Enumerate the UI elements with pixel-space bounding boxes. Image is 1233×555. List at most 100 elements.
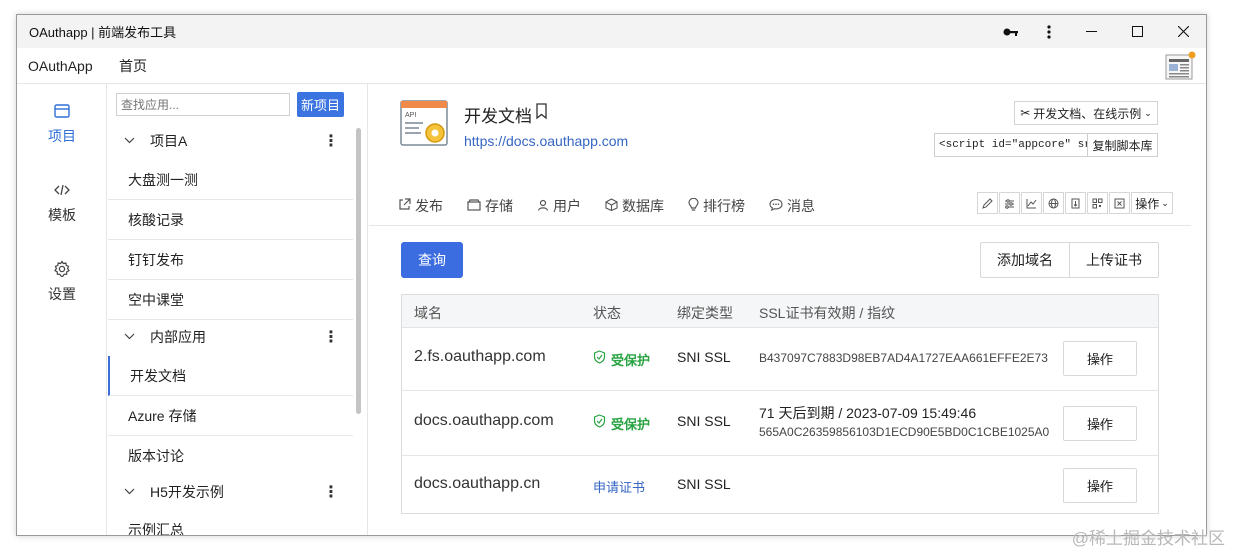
chevron-down-icon[interactable] [124, 135, 138, 147]
tab-label: 消息 [787, 198, 815, 214]
list-item[interactable]: Azure 存储 [108, 396, 353, 436]
tools-icon: ✂ [1020, 106, 1031, 120]
shield-check-icon [593, 414, 606, 431]
domain-cell: 2.fs.oauthapp.com [414, 348, 546, 365]
left-rail: 项目 模板 设置 [17, 84, 107, 535]
more-vertical-icon[interactable] [1030, 15, 1068, 48]
rail-label-projects: 项目 [48, 128, 76, 144]
group-label: 项目A [150, 133, 188, 149]
bookmark-icon[interactable] [535, 103, 548, 120]
tab-leaderboard[interactable]: 排行榜 [688, 196, 745, 216]
more-vertical-icon[interactable]: ⋮ [323, 131, 339, 151]
table-header: 域名 状态 绑定类型 SSL证书有效期 / 指纹 [402, 295, 1158, 328]
docs-button-label: 开发文档、在线示例 [1033, 106, 1142, 121]
maximize-button[interactable] [1114, 15, 1160, 48]
scrollbar-thumb[interactable] [356, 128, 361, 414]
divider [369, 225, 1191, 226]
globe-icon[interactable] [1043, 192, 1064, 214]
main-panel: API 开发文档 https://docs.oauthapp.com ✂ 开发文… [369, 84, 1206, 535]
chevron-down-icon[interactable] [124, 331, 138, 343]
domain-actions: 添加域名 上传证书 [980, 242, 1159, 278]
user-icon [537, 199, 549, 214]
rail-label-settings: 设置 [48, 286, 76, 302]
script-tag-field[interactable]: <script id="appcore" src="h [934, 133, 1088, 157]
request-cert-link[interactable]: 申请证书 [593, 477, 645, 496]
domain-cell: docs.oauthapp.com [414, 412, 554, 429]
header-type: 绑定类型 [677, 305, 733, 321]
rail-item-settings[interactable]: 设置 [17, 260, 107, 304]
upload-cert-button[interactable]: 上传证书 [1070, 243, 1158, 277]
app-url-link[interactable]: https://docs.oauthapp.com [464, 133, 628, 149]
tab-label: 存储 [485, 198, 513, 214]
chevron-down-icon: ⌄ [1161, 197, 1169, 208]
type-cell: SNI SSL [677, 413, 731, 429]
search-input[interactable] [116, 93, 290, 116]
lightbulb-icon [688, 197, 699, 215]
fingerprint-cell: 565A0C26359856103D1ECD90E5BD0C1CBE1025A0 [759, 425, 1050, 439]
new-project-button[interactable]: 新项目 [297, 92, 344, 117]
rail-item-projects[interactable]: 项目 [17, 102, 107, 146]
tab-messages[interactable]: 消息 [769, 196, 815, 216]
pencil-icon[interactable] [977, 192, 998, 214]
tab-publish[interactable]: 发布 [398, 196, 443, 216]
tab-users[interactable]: 用户 [537, 196, 581, 216]
sliders-icon[interactable] [999, 192, 1020, 214]
header-status: 状态 [593, 305, 621, 321]
watermark: @稀土掘金技术社区 [1071, 529, 1225, 548]
box-icon[interactable] [1109, 192, 1130, 214]
tab-storage[interactable]: 存储 [467, 196, 513, 216]
more-vertical-icon[interactable]: ⋮ [323, 482, 339, 502]
group-row[interactable]: H5开发示例 ⋮ [108, 472, 353, 512]
tab-label: 数据库 [622, 198, 664, 214]
more-vertical-icon[interactable]: ⋮ [323, 327, 339, 347]
download-icon[interactable] [1065, 192, 1086, 214]
close-button[interactable] [1160, 15, 1206, 48]
operations-label: 操作 [1135, 196, 1160, 211]
minimize-button[interactable] [1068, 15, 1114, 48]
row-operations-button[interactable]: 操作 ⌄ [1063, 406, 1137, 441]
operations-dropdown[interactable]: 操作 ⌄ [1131, 192, 1173, 214]
add-domain-button[interactable]: 添加域名 [981, 243, 1070, 277]
brand-label[interactable]: OAuthApp [17, 58, 119, 74]
qrcode-icon[interactable] [1087, 192, 1108, 214]
key-icon[interactable] [992, 15, 1030, 48]
row-operations-button[interactable]: 操作 ⌄ [1063, 341, 1137, 376]
rail-label-templates: 模板 [48, 207, 76, 223]
row-operations-button[interactable]: 操作 ⌄ [1063, 468, 1137, 503]
list-item[interactable]: 空中课堂 [108, 280, 353, 320]
table-row: docs.oauthapp.cn 申请证书 SNI SSL 操作 ⌄ [402, 456, 1158, 514]
domain-table: 域名 状态 绑定类型 SSL证书有效期 / 指纹 2.fs.oauthapp.c… [401, 294, 1159, 514]
tab-label: 排行榜 [703, 198, 745, 214]
rail-item-templates[interactable]: 模板 [17, 181, 107, 225]
tab-label: 发布 [415, 198, 443, 214]
tab-database[interactable]: 数据库 [605, 196, 664, 216]
group-row[interactable]: 项目A ⋮ [108, 121, 353, 161]
newspaper-icon[interactable] [1164, 51, 1196, 81]
chevron-down-icon: ⌄ [1097, 353, 1106, 363]
chevron-down-icon[interactable] [124, 486, 138, 498]
chevron-down-icon: ⌄ [1144, 107, 1152, 118]
list-item[interactable]: 核酸记录 [108, 200, 353, 240]
list-item[interactable]: 钉钉发布 [108, 240, 353, 280]
project-list: 新项目 项目A ⋮ 大盘测一测 核酸记录 钉钉发布 空中课堂 内部应用 ⋮ 开发… [108, 84, 368, 535]
tab-bar: 发布 存储 用户 数据库 排行榜 消息 [398, 196, 839, 216]
home-link[interactable]: 首页 [119, 56, 147, 76]
type-cell: SNI SSL [677, 349, 731, 365]
query-button[interactable]: 查询 [401, 242, 463, 278]
window-title: OAuthapp | 前端发布工具 [29, 25, 177, 40]
chevron-down-icon: ⌄ [1097, 480, 1106, 490]
chat-bubble-icon [769, 198, 783, 214]
list-item[interactable]: 大盘测一测 [108, 160, 353, 200]
list-item-active[interactable]: 开发文档 [108, 356, 353, 396]
table-row: docs.oauthapp.com 受保护 SNI SSL 71 天后到期 / … [402, 391, 1158, 456]
copy-script-button[interactable]: 复制脚本库 [1088, 133, 1158, 157]
group-label: H5开发示例 [150, 484, 224, 500]
list-item[interactable]: 示例汇总 [108, 510, 353, 535]
group-row[interactable]: 内部应用 ⋮ [108, 317, 353, 357]
cube-icon [605, 198, 618, 214]
type-cell: SNI SSL [677, 476, 731, 492]
docs-dropdown-button[interactable]: ✂ 开发文档、在线示例 ⌄ [1014, 101, 1158, 125]
app-window: OAuthapp | 前端发布工具 OAuthApp 首页 项目 模板 设置 查… [16, 14, 1207, 536]
list-item[interactable]: 版本讨论 [108, 436, 353, 476]
line-chart-icon[interactable] [1021, 192, 1042, 214]
